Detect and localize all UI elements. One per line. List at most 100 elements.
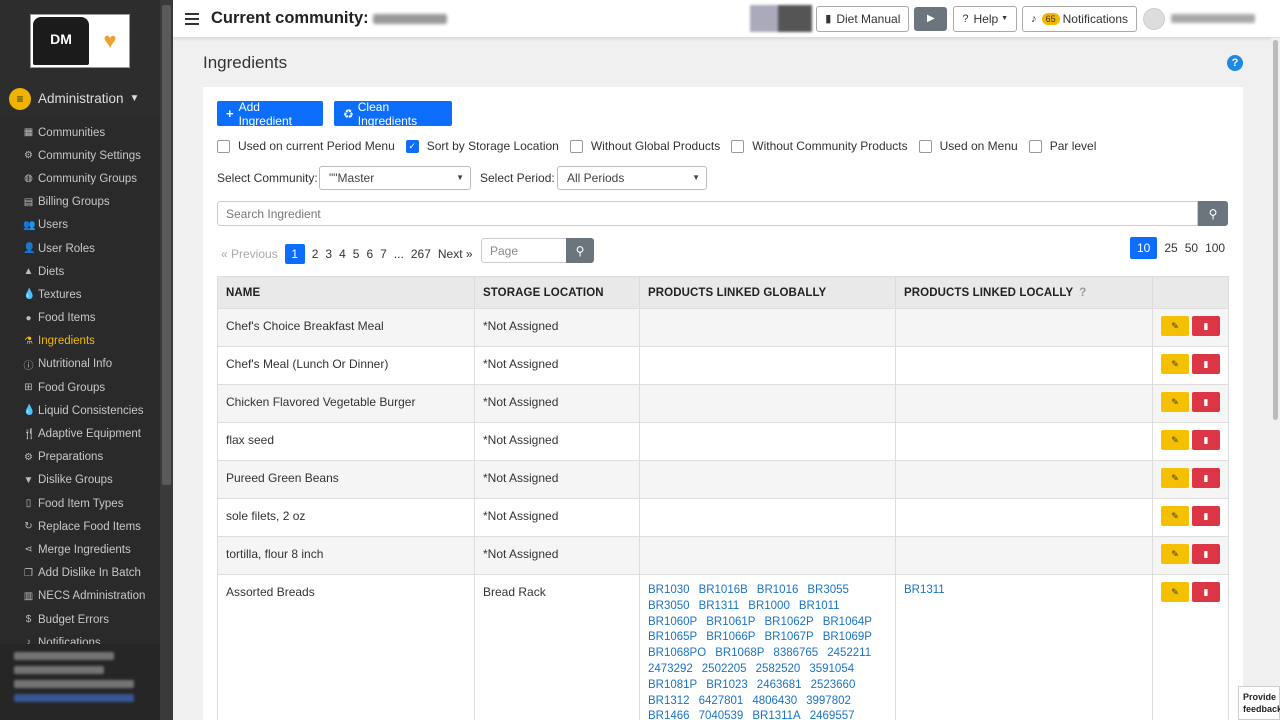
product-code-link[interactable]: BR1068PO — [648, 646, 706, 662]
page-link-6[interactable]: 7 — [380, 247, 387, 261]
community-select[interactable]: ""Master ▼ — [319, 166, 471, 190]
user-menu[interactable] — [1143, 7, 1280, 30]
page-link-3[interactable]: 4 — [339, 247, 346, 261]
administration-toggle[interactable]: ≡ Administration ▼ — [0, 82, 160, 115]
delete-button[interactable]: ▮ — [1192, 392, 1220, 412]
provide-feedback-button[interactable]: Provide feedback — [1238, 686, 1280, 720]
sidebar-item-necs-administration[interactable]: ▥ NECS Administration — [0, 585, 160, 608]
column-header[interactable]: NAME — [217, 276, 475, 309]
product-code-link[interactable]: 2582520 — [756, 662, 801, 678]
previous-page-link[interactable]: « Previous — [221, 247, 278, 261]
footer-blurred-link[interactable] — [14, 694, 134, 702]
product-code-link[interactable]: BR1011 — [799, 599, 840, 615]
sidebar-item-diets[interactable]: ▲ Diets — [0, 260, 160, 283]
filter-used-on-menu[interactable]: Used on Menu — [918, 139, 1018, 153]
page-size-50[interactable]: 50 — [1185, 241, 1198, 255]
page-size-25[interactable]: 25 — [1164, 241, 1177, 255]
sidebar-item-preparations[interactable]: ⚙ Preparations — [0, 446, 160, 469]
product-code-link[interactable]: BR1311 — [699, 599, 740, 615]
product-code-link[interactable]: BR1312 — [648, 694, 690, 710]
next-page-link[interactable]: Next » — [438, 247, 473, 261]
help-button[interactable]: ? Help ▼ — [953, 5, 1018, 32]
product-code-link[interactable]: 2473292 — [648, 662, 693, 678]
sidebar-item-adaptive-equipment[interactable]: 🍴 Adaptive Equipment — [0, 422, 160, 445]
delete-button[interactable]: ▮ — [1192, 468, 1220, 488]
go-to-page-button[interactable]: ⚲ — [566, 238, 594, 263]
edit-button[interactable]: ✎ — [1161, 582, 1189, 602]
product-code-link[interactable]: BR1466 — [648, 709, 690, 720]
sidebar-item-nutritional-info[interactable]: ⓘ Nutritional Info — [0, 353, 160, 376]
product-code-link[interactable]: 3997802 — [806, 694, 851, 710]
edit-button[interactable]: ✎ — [1161, 316, 1189, 336]
product-code-link[interactable]: 2452211 — [827, 646, 871, 662]
sidebar-item-ingredients[interactable]: ⚗ Ingredients — [0, 330, 160, 353]
page-input[interactable]: Page — [481, 238, 567, 263]
play-button[interactable]: ▶ — [914, 6, 948, 31]
filter-sort-by-storage-location[interactable]: ✓ Sort by Storage Location — [405, 139, 559, 153]
sidebar-item-liquid-consistencies[interactable]: 💧 Liquid Consistencies — [0, 399, 160, 422]
product-code-link[interactable]: BR1016 — [757, 583, 799, 599]
page-size-100[interactable]: 100 — [1205, 241, 1225, 255]
product-code-link[interactable]: 8386765 — [773, 646, 818, 662]
product-code-link[interactable]: BR1311 — [904, 583, 945, 599]
product-code-link[interactable]: BR1064P — [823, 615, 872, 631]
sidebar-item-notifications[interactable]: ♪ Notifications — [0, 631, 160, 645]
sidebar-item-users[interactable]: 👥 Users — [0, 214, 160, 237]
sidebar-item-replace-food-items[interactable]: ↻ Replace Food Items — [0, 515, 160, 538]
delete-button[interactable]: ▮ — [1192, 506, 1220, 526]
edit-button[interactable]: ✎ — [1161, 392, 1189, 412]
checkbox[interactable] — [731, 139, 745, 153]
help-circle-icon[interactable]: ? — [1227, 55, 1243, 71]
product-code-link[interactable]: BR1068P — [715, 646, 764, 662]
delete-button[interactable]: ▮ — [1192, 430, 1220, 450]
edit-button[interactable]: ✎ — [1161, 430, 1189, 450]
delete-button[interactable]: ▮ — [1192, 582, 1220, 602]
delete-button[interactable]: ▮ — [1192, 544, 1220, 564]
product-code-link[interactable]: 7040539 — [699, 709, 744, 720]
product-code-link[interactable]: BR1016B — [699, 583, 748, 599]
search-input[interactable]: Search Ingredient — [217, 201, 1198, 226]
edit-button[interactable]: ✎ — [1161, 506, 1189, 526]
product-code-link[interactable]: 2463681 — [757, 678, 802, 694]
product-code-link[interactable]: 2502205 — [702, 662, 747, 678]
product-code-link[interactable]: 6427801 — [699, 694, 744, 710]
checkbox[interactable] — [569, 139, 583, 153]
community-thumbnail[interactable] — [750, 5, 813, 32]
sidebar-item-budget-errors[interactable]: $ Budget Errors — [0, 608, 160, 631]
sidebar-item-communities[interactable]: ▦ Communities — [0, 121, 160, 144]
sidebar-item-community-settings[interactable]: ⚙ Community Settings — [0, 144, 160, 167]
checkbox[interactable] — [918, 139, 932, 153]
product-code-link[interactable]: BR1061P — [706, 615, 755, 631]
product-code-link[interactable]: BR1030 — [648, 583, 690, 599]
page-link-1[interactable]: 2 — [312, 247, 319, 261]
checkbox[interactable] — [217, 139, 230, 153]
diet-manual-button[interactable]: ▮ Diet Manual — [816, 5, 910, 32]
checkbox[interactable]: ✓ — [405, 139, 419, 153]
column-header[interactable]: PRODUCTS LINKED LOCALLY? — [895, 276, 1153, 309]
product-code-link[interactable]: 3591054 — [809, 662, 854, 678]
product-code-link[interactable]: BR1023 — [706, 678, 748, 694]
question-circle-icon[interactable]: ? — [1079, 287, 1086, 299]
product-code-link[interactable]: BR1066P — [706, 630, 755, 646]
page-link-2[interactable]: 3 — [325, 247, 332, 261]
product-code-link[interactable]: BR1081P — [648, 678, 697, 694]
product-code-link[interactable]: BR1069P — [823, 630, 872, 646]
product-code-link[interactable]: BR1060P — [648, 615, 697, 631]
edit-button[interactable]: ✎ — [1161, 354, 1189, 374]
sidebar-item-add-dislike-in-batch[interactable]: ❐ Add Dislike In Batch — [0, 562, 160, 585]
main-scrollbar[interactable] — [1271, 38, 1280, 720]
sidebar-item-food-items[interactable]: ● Food Items — [0, 307, 160, 330]
main-scroll-thumb[interactable] — [1273, 40, 1278, 420]
filter-without-community-products[interactable]: Without Community Products — [731, 139, 908, 153]
notifications-button[interactable]: ♪ 65 Notifications — [1022, 5, 1137, 32]
product-code-link[interactable]: BR1000 — [748, 599, 790, 615]
sidebar-scrollbar[interactable] — [160, 0, 173, 720]
page-link-8[interactable]: 267 — [411, 247, 431, 261]
product-code-link[interactable]: BR1311A — [752, 709, 800, 720]
product-code-link[interactable]: 2469557 — [810, 709, 855, 720]
logo[interactable]: DM ♥ — [30, 14, 130, 68]
product-code-link[interactable]: 4806430 — [752, 694, 797, 710]
column-header[interactable]: STORAGE LOCATION — [474, 276, 640, 309]
sidebar-item-community-groups[interactable]: ◍ Community Groups — [0, 167, 160, 190]
page-size-10[interactable]: 10 — [1130, 237, 1158, 259]
